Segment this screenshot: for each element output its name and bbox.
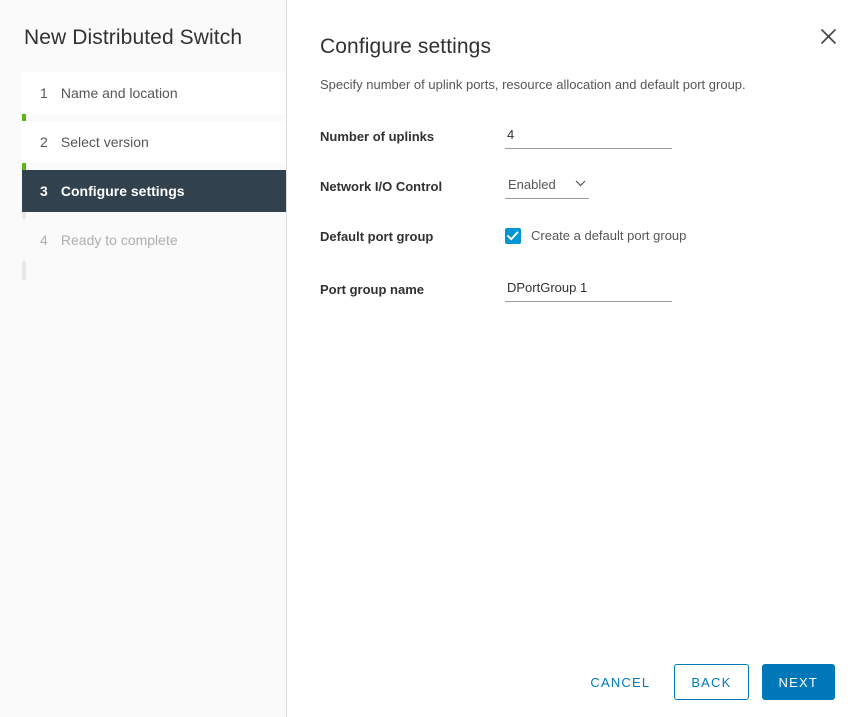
uplinks-control bbox=[505, 125, 860, 149]
sidebar-step-configure-settings[interactable]: 3 Configure settings bbox=[22, 170, 286, 212]
step-number: 2 bbox=[40, 121, 57, 163]
network-io-control-select[interactable]: Enabled Disabled bbox=[505, 175, 589, 198]
step-label: Name and location bbox=[61, 85, 178, 101]
step-number: 1 bbox=[40, 72, 57, 114]
port-group-name-control bbox=[505, 278, 860, 302]
port-group-name-input[interactable] bbox=[505, 278, 672, 302]
step-label: Select version bbox=[61, 134, 149, 150]
form-row-uplinks: Number of uplinks bbox=[320, 125, 860, 175]
create-default-port-group-row[interactable]: Create a default port group bbox=[505, 225, 860, 245]
page-title: Configure settings bbox=[320, 32, 860, 62]
network-io-control-control: Enabled Disabled bbox=[505, 175, 860, 199]
wizard-title: New Distributed Switch bbox=[0, 0, 286, 52]
form-row-default-port-group: Default port group Create a default port… bbox=[320, 225, 860, 275]
number-of-uplinks-input[interactable] bbox=[505, 125, 672, 149]
close-button[interactable] bbox=[810, 18, 846, 54]
step-label: Ready to complete bbox=[61, 232, 178, 248]
configure-settings-form: Number of uplinks Network I/O Control En… bbox=[287, 125, 860, 302]
check-icon bbox=[507, 231, 519, 241]
cancel-button[interactable]: CANCEL bbox=[578, 666, 662, 698]
wizard-sidebar: New Distributed Switch 1 Name and locati… bbox=[0, 0, 287, 717]
form-row-network-io-control: Network I/O Control Enabled Disabled bbox=[320, 175, 860, 225]
new-distributed-switch-wizard: New Distributed Switch 1 Name and locati… bbox=[0, 0, 860, 717]
wizard-content: Configure settings Specify number of upl… bbox=[287, 0, 860, 717]
content-header: Configure settings Specify number of upl… bbox=[287, 0, 860, 94]
create-default-port-group-label[interactable]: Create a default port group bbox=[531, 227, 686, 245]
sidebar-step-name-and-location[interactable]: 1 Name and location bbox=[22, 72, 286, 114]
step-label: Configure settings bbox=[61, 183, 185, 199]
step-number: 3 bbox=[40, 170, 57, 212]
create-default-port-group-checkbox[interactable] bbox=[505, 228, 521, 244]
port-group-name-label: Port group name bbox=[320, 278, 505, 301]
next-button[interactable]: NEXT bbox=[762, 664, 835, 700]
wizard-steps: 1 Name and location 2 Select version 3 C… bbox=[0, 72, 286, 261]
network-io-control-select-wrap: Enabled Disabled bbox=[505, 175, 589, 199]
network-io-control-label: Network I/O Control bbox=[320, 175, 505, 198]
default-port-group-label: Default port group bbox=[320, 225, 505, 248]
sidebar-step-ready-to-complete: 4 Ready to complete bbox=[22, 219, 286, 261]
uplinks-label: Number of uplinks bbox=[320, 125, 505, 148]
page-subtitle: Specify number of uplink ports, resource… bbox=[320, 76, 860, 94]
sidebar-step-select-version[interactable]: 2 Select version bbox=[22, 121, 286, 163]
wizard-footer: CANCEL BACK NEXT bbox=[578, 664, 835, 700]
close-icon bbox=[820, 28, 837, 45]
form-row-port-group-name: Port group name bbox=[320, 278, 860, 302]
back-button[interactable]: BACK bbox=[674, 664, 748, 700]
default-port-group-control: Create a default port group bbox=[505, 225, 860, 245]
step-number: 4 bbox=[40, 219, 57, 261]
